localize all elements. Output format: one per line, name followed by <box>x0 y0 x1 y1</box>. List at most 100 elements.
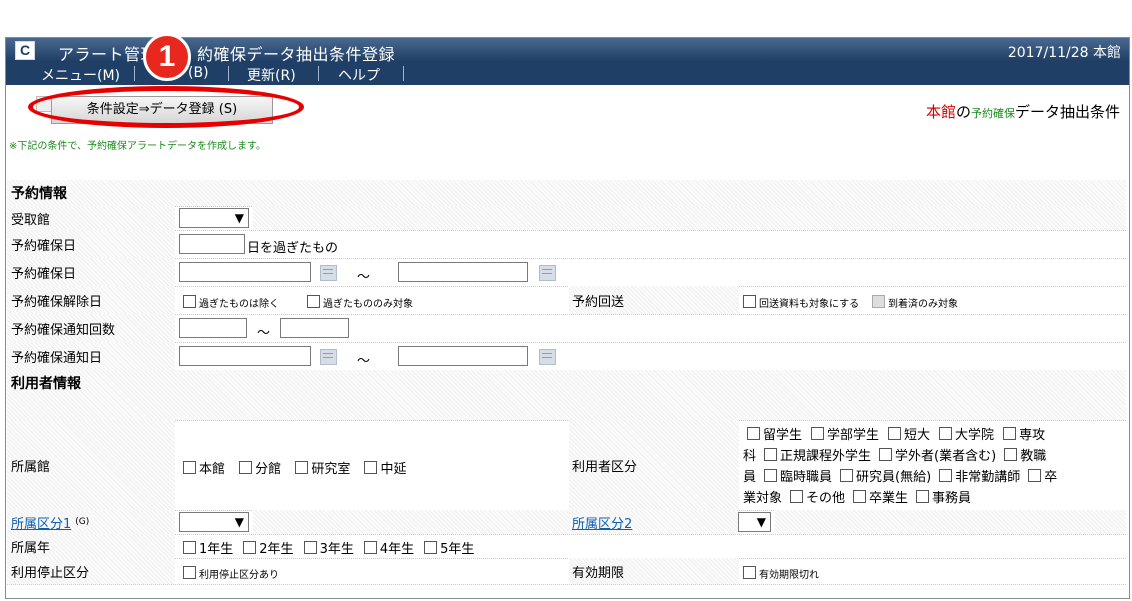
extraction-title: 本館の予約確保データ抽出条件 <box>926 101 1120 122</box>
field-label: 予約確保通知日 <box>7 342 175 370</box>
row-affiliation: 所属館 本館 分館 研究室 中延 利用者区分 留学生 学部学生 短大 大学院 専攻 科 正… <box>7 420 1126 511</box>
checkbox-label: 過ぎたものは除く <box>199 299 279 310</box>
checkbox[interactable] <box>888 427 902 440</box>
step-badge: 1 <box>143 33 191 81</box>
checkbox-label: 事務員 <box>932 491 972 506</box>
range-tilde: ～ <box>357 270 371 285</box>
range-tilde: ～ <box>257 326 271 341</box>
checkbox-label: 正規課程外学生 <box>780 449 872 464</box>
checkbox[interactable] <box>424 541 438 554</box>
reply-option-include[interactable]: 回送資料も対象にする <box>743 295 859 310</box>
cancel-option-exclude[interactable]: 過ぎたものは除く <box>183 295 279 310</box>
checkbox[interactable] <box>790 490 804 503</box>
row-notice-date: 予約確保通知日 ～ <box>7 342 1126 371</box>
row-year: 所属年 1年生 2年生 3年生 4年生 5年生 <box>7 534 1126 559</box>
section-reservation: 予約情報 <box>7 180 1126 207</box>
menu-item-b[interactable]: (B) <box>188 65 209 81</box>
field-label: 所属館 <box>7 420 175 510</box>
checkbox[interactable] <box>243 541 257 554</box>
checkbox[interactable] <box>764 469 778 482</box>
menu-separator <box>403 66 404 81</box>
title-small: 予約確保 <box>970 107 1015 120</box>
checkbox[interactable] <box>183 461 196 474</box>
hidden-checkbox <box>36 96 52 112</box>
checkbox[interactable] <box>183 566 196 579</box>
checkbox[interactable] <box>363 541 377 554</box>
row-suspend: 利用停止区分 利用停止区分あり 有効期限 有効期限切れ <box>7 558 1126 585</box>
notice-date-from[interactable] <box>179 346 311 366</box>
menu-item-help[interactable]: ヘルプ <box>338 65 380 85</box>
checkbox[interactable] <box>295 461 309 474</box>
checkbox-label: 中延 <box>380 462 407 477</box>
checkbox-label: 大学院 <box>955 428 995 443</box>
row-division: 所属区分1 (G) ▼ 所属区分2 ▼ <box>7 510 1126 535</box>
checkbox-label: 留学生 <box>763 428 803 443</box>
user-type-line: 業対象 その他 卒業生 事務員 <box>743 488 1057 509</box>
row-receiving-library: 受取館 ▼ <box>7 206 1126 231</box>
checkbox[interactable] <box>764 448 778 461</box>
division2-link[interactable]: 所属区分2 <box>572 513 632 532</box>
calendar-icon[interactable] <box>539 265 556 281</box>
suspend-option[interactable]: 利用停止区分あり <box>183 566 279 581</box>
checkbox[interactable] <box>853 490 867 503</box>
section-title: 利用者情報 <box>11 376 81 392</box>
field-label: 所属年 <box>7 534 175 558</box>
checkbox-label: 専攻 <box>1019 428 1046 443</box>
checkbox-label: 有効期限切れ <box>759 570 819 581</box>
checkbox[interactable] <box>916 490 930 503</box>
checkbox[interactable] <box>811 427 825 440</box>
checkbox[interactable] <box>747 427 760 440</box>
checkbox[interactable] <box>743 566 756 579</box>
calendar-icon[interactable] <box>539 349 556 365</box>
days-passed-suffix: 日を過ぎたもの <box>247 241 339 256</box>
checkbox[interactable] <box>743 295 756 308</box>
affiliation-options: 本館 分館 研究室 中延 <box>183 458 406 477</box>
date-location: 2017/11/28 本館 <box>1007 45 1121 61</box>
checkbox[interactable] <box>303 541 317 554</box>
checkbox-label: 科 <box>743 449 757 464</box>
checkbox-label: 1年生 <box>199 542 234 557</box>
checkbox-label: 過ぎたもののみ対象 <box>323 299 413 310</box>
checkbox-label: 臨時職員 <box>780 470 833 485</box>
cancel-option-only[interactable]: 過ぎたもののみ対象 <box>307 295 413 310</box>
checkbox-label: 短大 <box>904 428 931 443</box>
chevron-down-icon: ▼ <box>234 211 244 225</box>
checkbox[interactable] <box>1003 427 1017 440</box>
expire-option[interactable]: 有効期限切れ <box>743 566 819 581</box>
checkbox[interactable] <box>840 469 854 482</box>
division1-select[interactable]: ▼ <box>179 512 249 532</box>
checkbox-label: 業対象 <box>743 491 783 506</box>
year-options: 1年生 2年生 3年生 4年生 5年生 <box>183 538 474 557</box>
checkbox[interactable] <box>364 461 378 474</box>
checkbox[interactable] <box>183 295 196 308</box>
reserve-date-to[interactable] <box>398 262 528 282</box>
condition-register-button[interactable]: 条件設定⇒データ登録 (S) <box>51 96 273 124</box>
reply-option-arrived: 到着済のみ対象 <box>872 295 958 310</box>
division2-select[interactable]: ▼ <box>738 512 771 532</box>
calendar-icon[interactable] <box>320 265 337 281</box>
receiving-library-select[interactable]: ▼ <box>179 208 249 228</box>
reserve-date-from[interactable] <box>179 262 311 282</box>
menu-item-menu[interactable]: メニュー(M) <box>41 65 120 85</box>
field-label: 予約確保通知回数 <box>7 314 175 342</box>
notice-date-to[interactable] <box>398 346 528 366</box>
checkbox[interactable] <box>1004 448 1018 461</box>
user-type-line: 科 正規課程外学生 学外者(業者含む) 教職 <box>743 446 1057 467</box>
user-type-line: 留学生 学部学生 短大 大学院 専攻 <box>743 425 1057 446</box>
menu-separator <box>318 66 319 81</box>
row-notice-count: 予約確保通知回数 ～ <box>7 314 1126 343</box>
calendar-icon[interactable] <box>320 349 337 365</box>
menu-item-update[interactable]: 更新(R) <box>247 65 296 85</box>
notice-count-from[interactable] <box>179 318 247 338</box>
days-passed-input[interactable] <box>179 234 245 254</box>
checkbox[interactable] <box>183 541 196 554</box>
checkbox[interactable] <box>1028 469 1042 482</box>
checkbox[interactable] <box>239 461 253 474</box>
checkbox-label: 学外者(業者含む) <box>895 449 997 464</box>
checkbox[interactable] <box>307 295 320 308</box>
checkbox[interactable] <box>939 427 953 440</box>
division1-link[interactable]: 所属区分1 <box>11 513 71 532</box>
checkbox[interactable] <box>879 448 893 461</box>
notice-count-to[interactable] <box>280 318 349 338</box>
checkbox[interactable] <box>939 469 953 482</box>
